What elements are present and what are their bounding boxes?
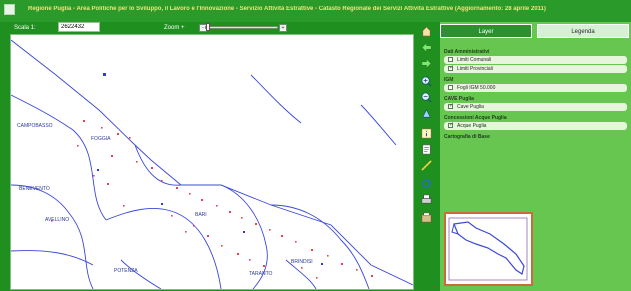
overview-map-svg <box>448 217 528 281</box>
page-title: Regione Puglia - Area Politiche per lo S… <box>28 6 546 12</box>
pan-right-arrow-icon[interactable] <box>421 58 432 69</box>
refresh-icon[interactable] <box>421 178 432 189</box>
app-logo-icon <box>4 4 15 15</box>
layer-label: Acque Puglia <box>457 123 487 129</box>
layer-row[interactable]: Limiti Provinciali <box>444 64 627 73</box>
city-label: POTENZA <box>114 268 138 274</box>
layer-checkbox[interactable] <box>448 85 453 90</box>
well-points <box>97 73 323 265</box>
map-toolbar <box>416 24 438 288</box>
zoom-slider-track[interactable] <box>205 26 278 29</box>
identify-icon[interactable] <box>421 144 432 155</box>
export-icon[interactable] <box>421 212 432 223</box>
tab-legend[interactable]: Legenda <box>537 24 629 38</box>
home-icon[interactable] <box>421 26 432 37</box>
layer-label: Cave Puglia <box>457 104 484 110</box>
layer-checkbox[interactable] <box>448 64 454 71</box>
layer-row[interactable]: Acque Puglia <box>444 121 627 130</box>
pan-left-arrow-icon[interactable] <box>421 42 432 53</box>
layer-label: Limiti Comunali <box>457 57 492 63</box>
city-label: BENEVENTO <box>19 186 50 192</box>
scale-label: Scala 1: <box>14 25 36 31</box>
print-icon[interactable] <box>421 194 432 205</box>
group-title: Dati Amministrativi <box>444 49 490 55</box>
tab-layer[interactable]: Layer <box>440 24 532 38</box>
layer-checkbox[interactable] <box>448 57 453 62</box>
layer-checkbox[interactable] <box>448 121 454 128</box>
scale-input[interactable] <box>58 22 100 32</box>
city-label: BARI <box>195 212 207 218</box>
zoom-out-icon[interactable] <box>421 92 432 103</box>
layer-row[interactable]: Limiti Comunali <box>444 56 627 64</box>
info-icon[interactable] <box>421 128 432 139</box>
measure-icon[interactable] <box>421 160 432 171</box>
layer-label: Fogli IGM 50.000 <box>457 85 496 91</box>
layer-label: Limiti Provinciali <box>457 66 493 72</box>
zoom-in-icon[interactable] <box>421 76 432 87</box>
pan-hand-icon[interactable] <box>421 108 432 119</box>
map-view[interactable]: CAMPOBASSO FOGGIA BENEVENTO AVELLINO BAR… <box>10 34 414 290</box>
city-label: BRINDISI <box>291 259 313 265</box>
city-label: TARANTO <box>249 271 273 277</box>
province-boundaries <box>11 39 413 289</box>
group-title: IGM <box>444 77 454 83</box>
city-label: FOGGIA <box>91 136 111 142</box>
header-bar: Regione Puglia - Area Politiche per lo S… <box>0 0 631 22</box>
city-label: AVELLINO <box>45 217 69 223</box>
zoom-in-button[interactable]: + <box>279 24 287 32</box>
zoom-label: Zoom + <box>164 25 185 31</box>
layer-checkbox[interactable] <box>448 102 454 109</box>
map-svg[interactable]: CAMPOBASSO FOGGIA BENEVENTO AVELLINO BAR… <box>11 35 413 289</box>
zoom-slider-thumb[interactable] <box>206 23 211 31</box>
group-title: Cartografia di Base <box>444 134 490 140</box>
layer-row[interactable]: Fogli IGM 50.000 <box>444 84 627 92</box>
overview-map[interactable] <box>444 212 533 286</box>
layer-row[interactable]: Cave Puglia <box>444 102 627 111</box>
city-label: CAMPOBASSO <box>17 123 53 129</box>
